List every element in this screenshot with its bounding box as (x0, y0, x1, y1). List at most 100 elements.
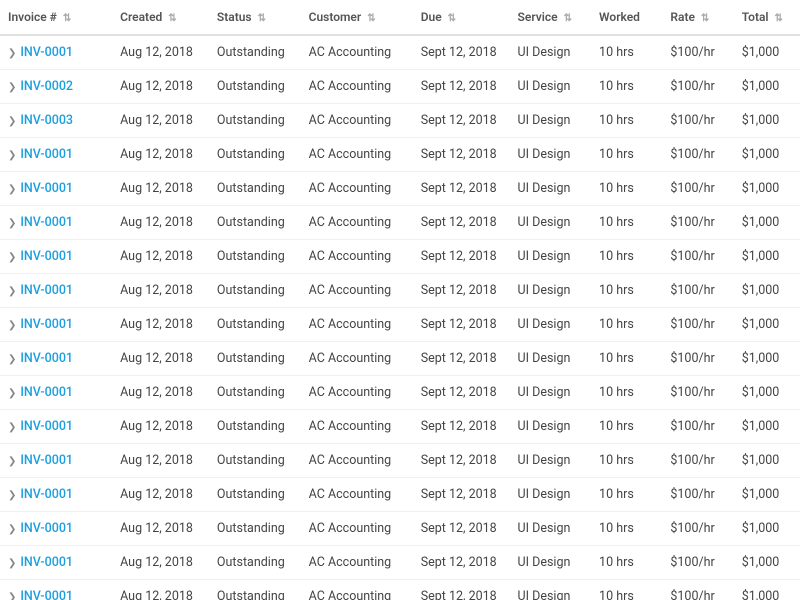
cell-total: $1,000 (734, 70, 800, 104)
cell-customer: AC Accounting (301, 104, 413, 138)
cell-created: Aug 12, 2018 (112, 444, 209, 478)
invoice-link[interactable]: INV-0001 (20, 351, 73, 366)
invoice-link[interactable]: INV-0001 (20, 317, 73, 332)
col-header-due[interactable]: Due ⇅ (413, 0, 510, 35)
row-chevron[interactable]: ❯ (8, 286, 16, 297)
row-chevron[interactable]: ❯ (8, 354, 16, 365)
row-chevron[interactable]: ❯ (8, 116, 16, 127)
row-chevron[interactable]: ❯ (8, 252, 16, 263)
col-header-invoice[interactable]: Invoice # ⇅ (0, 0, 112, 35)
row-chevron[interactable]: ❯ (8, 218, 16, 229)
cell-worked: 10 hrs (591, 308, 662, 342)
invoice-link[interactable]: INV-0001 (20, 181, 73, 196)
cell-status: Outstanding (209, 546, 301, 580)
row-chevron[interactable]: ❯ (8, 524, 16, 535)
cell-due: Sept 12, 2018 (413, 410, 510, 444)
invoice-link[interactable]: INV-0001 (20, 283, 73, 298)
table-row: ❯INV-0001Aug 12, 2018OutstandingAC Accou… (0, 478, 800, 512)
row-chevron[interactable]: ❯ (8, 558, 16, 569)
cell-rate: $100/hr (662, 342, 733, 376)
cell-customer: AC Accounting (301, 410, 413, 444)
cell-status: Outstanding (209, 512, 301, 546)
cell-created: Aug 12, 2018 (112, 308, 209, 342)
row-chevron[interactable]: ❯ (8, 184, 16, 195)
sort-icon-rate: ⇅ (701, 13, 709, 24)
col-header-status[interactable]: Status ⇅ (209, 0, 301, 35)
invoice-link[interactable]: INV-0001 (20, 419, 73, 434)
cell-invoice: ❯ INV-0001 (0, 342, 112, 376)
table-row: ❯INV-0001Aug 12, 2018OutstandingAC Accou… (0, 444, 800, 478)
table-row: ❯INV-0001Aug 12, 2018OutstandingAC Accou… (0, 410, 800, 444)
row-chevron[interactable]: ❯ (8, 82, 16, 93)
cell-total: $1,000 (734, 206, 800, 240)
table-row: ❯INV-0001Aug 12, 2018OutstandingAC Accou… (0, 240, 800, 274)
cell-service: UI Design (510, 172, 592, 206)
cell-due: Sept 12, 2018 (413, 444, 510, 478)
row-chevron[interactable]: ❯ (8, 320, 16, 331)
invoice-link[interactable]: INV-0001 (20, 453, 73, 468)
cell-customer: AC Accounting (301, 580, 413, 600)
row-chevron[interactable]: ❯ (8, 422, 16, 433)
col-header-created[interactable]: Created ⇅ (112, 0, 209, 35)
cell-customer: AC Accounting (301, 308, 413, 342)
cell-service: UI Design (510, 104, 592, 138)
cell-invoice: ❯ INV-0001 (0, 172, 112, 206)
cell-total: $1,000 (734, 274, 800, 308)
row-chevron[interactable]: ❯ (8, 150, 16, 161)
cell-total: $1,000 (734, 512, 800, 546)
cell-rate: $100/hr (662, 35, 733, 70)
cell-status: Outstanding (209, 444, 301, 478)
invoice-link[interactable]: INV-0001 (20, 147, 73, 162)
cell-due: Sept 12, 2018 (413, 546, 510, 580)
invoice-link[interactable]: INV-0002 (20, 79, 73, 94)
cell-created: Aug 12, 2018 (112, 478, 209, 512)
invoice-link[interactable]: INV-0001 (20, 589, 73, 600)
cell-service: UI Design (510, 206, 592, 240)
cell-worked: 10 hrs (591, 138, 662, 172)
invoice-link[interactable]: INV-0001 (20, 521, 73, 536)
table-row: ❯INV-0003Aug 12, 2018OutstandingAC Accou… (0, 104, 800, 138)
invoice-link[interactable]: INV-0001 (20, 45, 73, 60)
cell-customer: AC Accounting (301, 206, 413, 240)
invoice-link[interactable]: INV-0001 (20, 487, 73, 502)
cell-due: Sept 12, 2018 (413, 240, 510, 274)
cell-created: Aug 12, 2018 (112, 138, 209, 172)
row-chevron[interactable]: ❯ (8, 592, 16, 600)
cell-worked: 10 hrs (591, 172, 662, 206)
invoice-link[interactable]: INV-0001 (20, 385, 73, 400)
col-header-customer[interactable]: Customer ⇅ (301, 0, 413, 35)
row-chevron[interactable]: ❯ (8, 388, 16, 399)
invoice-link[interactable]: INV-0001 (20, 215, 73, 230)
cell-service: UI Design (510, 376, 592, 410)
cell-due: Sept 12, 2018 (413, 35, 510, 70)
sort-icon-created: ⇅ (168, 13, 176, 24)
row-chevron[interactable]: ❯ (8, 48, 16, 59)
cell-due: Sept 12, 2018 (413, 274, 510, 308)
col-header-total[interactable]: Total ⇅ (734, 0, 800, 35)
cell-invoice: ❯ INV-0001 (0, 512, 112, 546)
row-chevron[interactable]: ❯ (8, 490, 16, 501)
cell-rate: $100/hr (662, 138, 733, 172)
cell-service: UI Design (510, 138, 592, 172)
row-chevron[interactable]: ❯ (8, 456, 16, 467)
table-row: ❯INV-0001Aug 12, 2018OutstandingAC Accou… (0, 512, 800, 546)
cell-rate: $100/hr (662, 172, 733, 206)
cell-invoice: ❯ INV-0002 (0, 70, 112, 104)
cell-customer: AC Accounting (301, 512, 413, 546)
cell-created: Aug 12, 2018 (112, 342, 209, 376)
col-header-rate[interactable]: Rate ⇅ (662, 0, 733, 35)
col-header-worked[interactable]: Worked (591, 0, 662, 35)
invoice-link[interactable]: INV-0003 (20, 113, 73, 128)
cell-total: $1,000 (734, 580, 800, 600)
cell-customer: AC Accounting (301, 172, 413, 206)
invoice-link[interactable]: INV-0001 (20, 555, 73, 570)
sort-icon-service: ⇅ (564, 13, 572, 24)
cell-status: Outstanding (209, 342, 301, 376)
cell-customer: AC Accounting (301, 546, 413, 580)
cell-created: Aug 12, 2018 (112, 410, 209, 444)
invoice-link[interactable]: INV-0001 (20, 249, 73, 264)
cell-customer: AC Accounting (301, 35, 413, 70)
cell-invoice: ❯ INV-0001 (0, 410, 112, 444)
col-header-service[interactable]: Service ⇅ (510, 0, 592, 35)
cell-total: $1,000 (734, 308, 800, 342)
